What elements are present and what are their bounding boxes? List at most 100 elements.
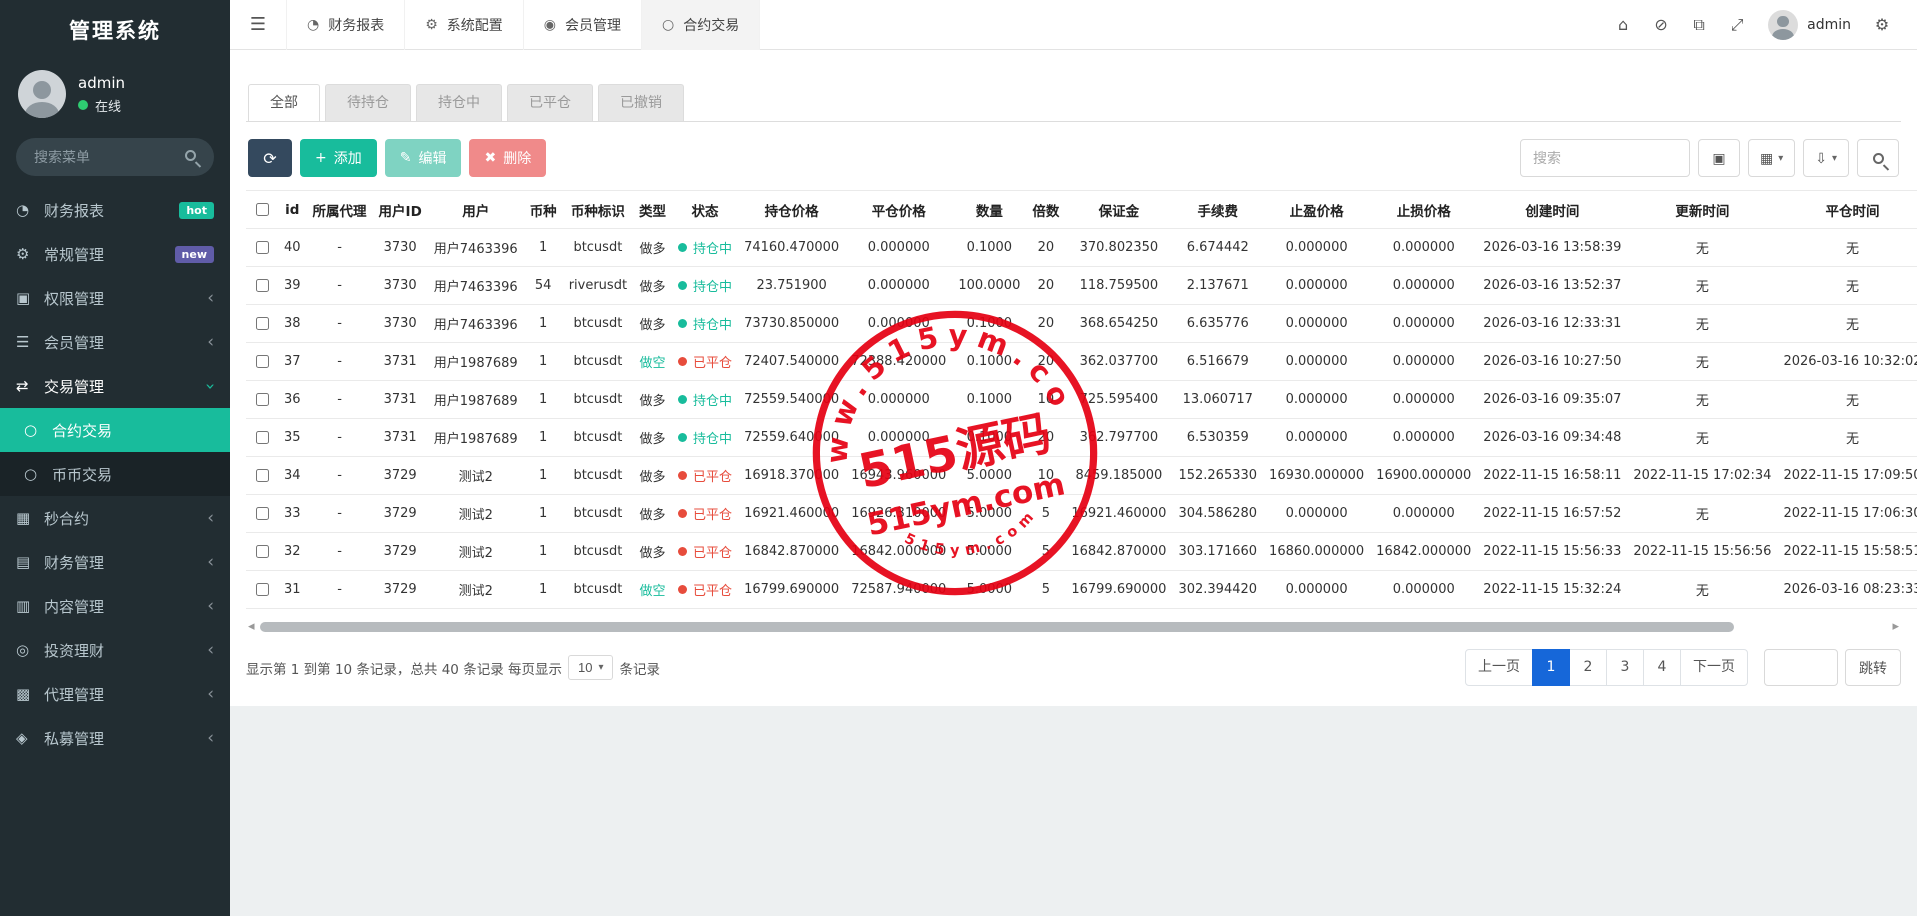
sidebar-item-settings[interactable]: ⚙常规管理new <box>0 232 230 276</box>
scroll-left-icon[interactable]: ◂ <box>248 619 255 634</box>
sidebar-item-seconds-contract[interactable]: ▦秒合约‹ <box>0 496 230 540</box>
jump-page-input[interactable] <box>1764 649 1838 686</box>
row-checkbox[interactable] <box>256 279 269 292</box>
sidebar-item-members[interactable]: ☰会员管理‹ <box>0 320 230 364</box>
status-dot <box>678 357 687 366</box>
cell-amount: 100.0000 <box>952 267 1026 305</box>
page-3[interactable]: 3 <box>1606 649 1644 686</box>
top-tab-gear[interactable]: ⚙系统配置 <box>404 0 523 50</box>
cell-margin: 362.037700 <box>1065 343 1172 381</box>
select-all-checkbox[interactable] <box>256 203 269 216</box>
sidebar-item-dashboard[interactable]: ◔财务报表hot <box>0 188 230 232</box>
sidebar-item-invest[interactable]: ◎投资理财‹ <box>0 628 230 672</box>
column-header: 手续费 <box>1172 191 1263 229</box>
sidebar-item-trade[interactable]: ⇄交易管理‹ <box>0 364 230 408</box>
add-button[interactable]: +添加 <box>300 139 377 177</box>
refresh-button[interactable]: ⟳ <box>248 139 292 177</box>
row-checkbox[interactable] <box>256 431 269 444</box>
filter-tab[interactable]: 已平仓 <box>507 84 593 121</box>
menu-toggle-icon[interactable]: ☰ <box>230 14 286 35</box>
cell-user: 测试2 <box>428 495 524 533</box>
sidebar-item-permissions[interactable]: ▣权限管理‹ <box>0 276 230 320</box>
cell-uid: 3731 <box>373 343 428 381</box>
status-label: 持仓中 <box>693 390 732 409</box>
cell-symbol: btcusdt <box>563 457 633 495</box>
cell-type: 做多 <box>633 457 672 495</box>
row-checkbox[interactable] <box>256 507 269 520</box>
filter-tab[interactable]: 待持仓 <box>325 84 411 121</box>
horizontal-scrollbar[interactable]: ◂ ▸ <box>248 621 1899 633</box>
status-label: 持仓中 <box>693 276 732 295</box>
sidebar-item-spot-trade[interactable]: ○币币交易 <box>0 452 230 496</box>
prev-page-button[interactable]: 上一页 <box>1465 649 1533 686</box>
sidebar-item-label: 交易管理 <box>44 376 207 397</box>
edit-button[interactable]: ✎编辑 <box>385 139 462 177</box>
copy-icon[interactable]: ⧉ <box>1680 15 1718 35</box>
row-checkbox[interactable] <box>256 393 269 406</box>
row-checkbox[interactable] <box>256 241 269 254</box>
status-filter-tabs: 全部待持仓持仓中已平仓已撤销 <box>246 84 1901 122</box>
cell-user: 用户1987689 <box>428 419 524 457</box>
home-icon[interactable]: ⌂ <box>1604 15 1642 35</box>
scroll-right-icon[interactable]: ▸ <box>1892 619 1899 634</box>
cell-close: 16842.000000 <box>845 533 952 571</box>
cell-open: 72407.540000 <box>738 343 845 381</box>
table-row: 36-3731用户19876891btcusdt做多持仓中72559.54000… <box>246 381 1917 419</box>
row-checkbox[interactable] <box>256 317 269 330</box>
jump-button[interactable]: 跳转 <box>1845 649 1901 686</box>
row-checkbox[interactable] <box>256 355 269 368</box>
sidebar-item-content[interactable]: ▥内容管理‹ <box>0 584 230 628</box>
sidebar-item-label: 权限管理 <box>44 288 207 309</box>
delete-button[interactable]: ✖删除 <box>469 139 546 177</box>
navbar-user-name: admin <box>1807 17 1851 33</box>
top-tab-dashboard[interactable]: ◔财务报表 <box>286 0 404 50</box>
cell-closed: 无 <box>1777 305 1917 343</box>
cell-status: 已平仓 <box>672 457 738 495</box>
cell-sl: 0.000000 <box>1370 381 1477 419</box>
sidebar-item-agency[interactable]: ▩代理管理‹ <box>0 672 230 716</box>
filter-tab[interactable]: 持仓中 <box>416 84 502 121</box>
search-button[interactable] <box>1857 139 1899 177</box>
next-page-button[interactable]: 下一页 <box>1680 649 1748 686</box>
dashboard-icon: ◔ <box>307 17 319 33</box>
trash-icon[interactable]: ⊘ <box>1642 15 1680 35</box>
page-1[interactable]: 1 <box>1532 649 1570 686</box>
top-tab-contract[interactable]: ○合约交易 <box>641 0 760 50</box>
filter-tab[interactable]: 全部 <box>248 84 320 121</box>
cell-fee: 152.265330 <box>1172 457 1263 495</box>
sidebar-item-finance[interactable]: ▤财务管理‹ <box>0 540 230 584</box>
sidebar-item-label: 币币交易 <box>52 464 214 485</box>
settings-gear-icon[interactable]: ⚙ <box>1863 15 1901 34</box>
table-search-input[interactable] <box>1520 139 1690 177</box>
export-dropdown-button[interactable]: ⇩▾ <box>1803 139 1849 177</box>
sidebar-item-contract-trade[interactable]: ○合约交易 <box>0 408 230 452</box>
scrollbar-thumb[interactable] <box>260 622 1734 632</box>
toggle-view-button[interactable]: ▣ <box>1698 139 1740 177</box>
page-4[interactable]: 4 <box>1643 649 1681 686</box>
cell-close: 0.000000 <box>845 305 952 343</box>
columns-dropdown-button[interactable]: ▦▾ <box>1748 139 1795 177</box>
row-select-cell <box>246 419 278 457</box>
summary-text: 显示第 1 到第 10 条记录，总共 40 条记录 每页显示 <box>246 658 562 678</box>
page-2[interactable]: 2 <box>1569 649 1607 686</box>
top-tab-member[interactable]: ◉会员管理 <box>523 0 641 50</box>
row-checkbox[interactable] <box>256 545 269 558</box>
fullscreen-icon[interactable]: ⤢ <box>1718 15 1756 35</box>
cell-id: 39 <box>278 267 307 305</box>
filter-tab[interactable]: 已撤销 <box>598 84 684 121</box>
status-badge: 已平仓 <box>678 580 732 599</box>
navbar-user-menu[interactable]: admin <box>1756 10 1863 40</box>
card-view-icon: ▣ <box>1712 150 1725 167</box>
row-checkbox[interactable] <box>256 469 269 482</box>
row-select-cell <box>246 495 278 533</box>
cell-created: 2022-11-15 16:57:52 <box>1477 495 1627 533</box>
sidebar-item-private-fund[interactable]: ◈私募管理‹ <box>0 716 230 760</box>
cell-sl: 0.000000 <box>1370 267 1477 305</box>
cell-open: 16842.870000 <box>738 533 845 571</box>
row-checkbox[interactable] <box>256 583 269 596</box>
cell-closed: 2022-11-15 17:09:50 <box>1777 457 1917 495</box>
per-page-dropdown[interactable]: 10▾ <box>568 655 614 680</box>
chevron-left-icon: ‹ <box>207 730 214 747</box>
cell-amount: 0.1000 <box>952 229 1026 267</box>
status-label: 已平仓 <box>693 352 732 371</box>
